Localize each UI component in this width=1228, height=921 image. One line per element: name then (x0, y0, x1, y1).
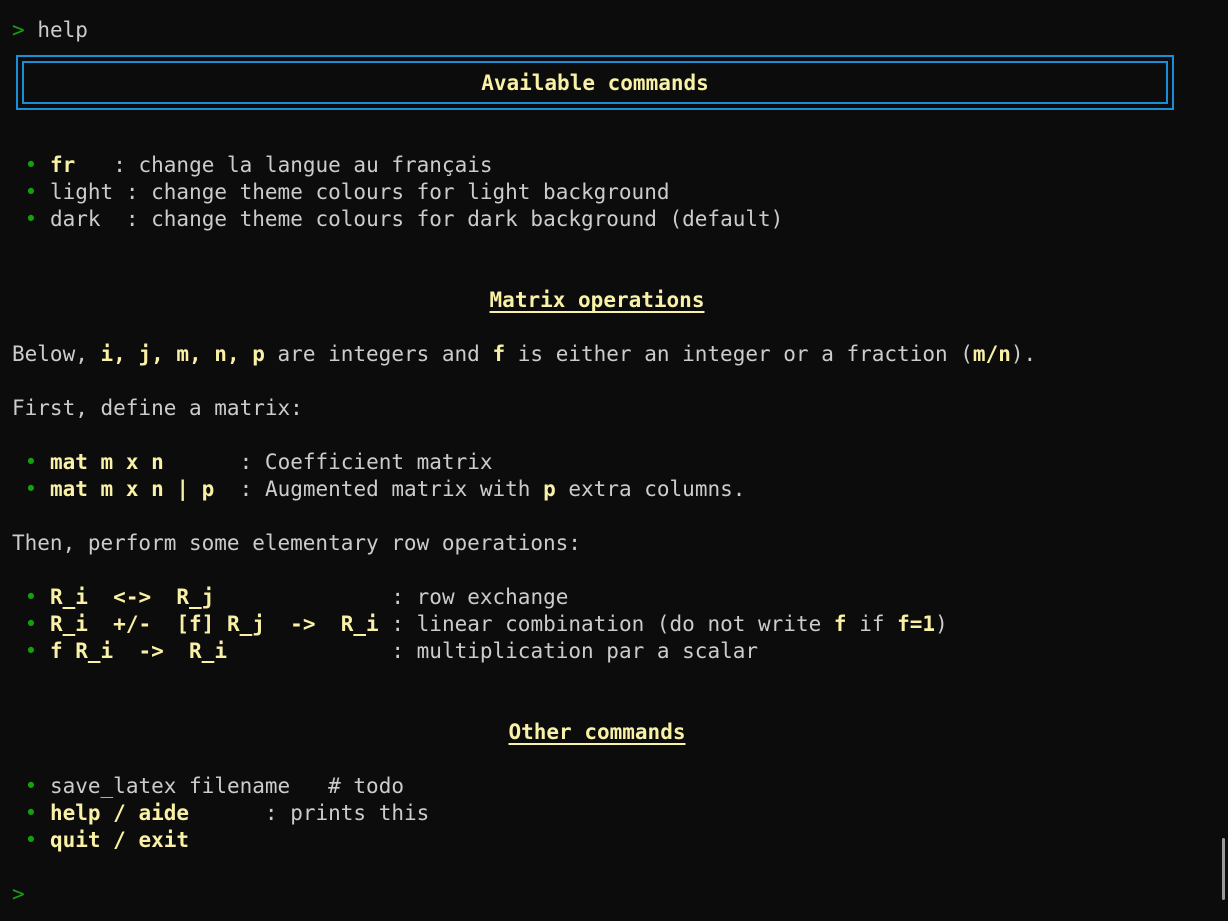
command-key: R_i +/- [f] R_j -> R_i (49, 612, 379, 636)
command-desc: prints this (290, 801, 430, 825)
header-box: Available commands (16, 55, 1174, 110)
command-desc: multiplication par a scalar (416, 639, 759, 663)
section-heading-matrix: Matrix operations (489, 288, 705, 312)
section-heading-other: Other commands (508, 720, 686, 744)
command-key: mat m x n (49, 450, 164, 474)
terminal-window[interactable]: > help Available commands • fr : change … (12, 0, 1202, 921)
command-desc: change theme colours for light backgroun… (151, 180, 670, 204)
matrix-intro: Below, i, j, m, n, p are integers and f … (12, 342, 1037, 366)
define-text: First, define a matrix: (12, 396, 303, 420)
command-desc: row exchange (416, 585, 569, 609)
command-key: quit / exit (49, 828, 190, 852)
list-item: • mat m x n | p : Augmented matrix with … (24, 477, 746, 501)
prompt-symbol: > (12, 18, 25, 42)
command-key: R_i <-> R_j (49, 585, 215, 609)
command-text: help (37, 18, 88, 42)
command-desc: change la langue au français (138, 153, 493, 177)
scrollbar-thumb[interactable] (1222, 838, 1225, 900)
command-line: > help (12, 17, 88, 44)
list-item: • quit / exit (24, 828, 190, 852)
list-item: • save_latex filename # todo (24, 774, 404, 798)
command-desc: Coefficient matrix (264, 450, 493, 474)
list-item: • mat m x n : Coefficient matrix (24, 450, 493, 474)
list-item: • light : change theme colours for light… (24, 180, 670, 204)
list-item: • fr : change la langue au français (24, 153, 493, 177)
command-key: light (49, 180, 114, 204)
list-item: • dark : change theme colours for dark b… (24, 207, 784, 231)
header-title: Available commands (481, 70, 709, 95)
prompt-symbol: > (12, 882, 25, 906)
ops-text: Then, perform some elementary row operat… (12, 531, 581, 555)
input-prompt-line[interactable]: > (12, 881, 25, 908)
list-item: • R_i <-> R_j : row exchange (24, 585, 569, 609)
command-key: help / aide (49, 801, 190, 825)
command-key: dark (49, 207, 101, 231)
list-item: • f R_i -> R_i : multiplication par a sc… (24, 639, 759, 663)
command-desc: change theme colours for dark background… (151, 207, 784, 231)
command-key: f R_i -> R_i (49, 639, 227, 663)
command-key: mat m x n | p (49, 477, 215, 501)
command-key: fr (49, 153, 76, 177)
list-item: • help / aide : prints this (24, 801, 430, 825)
list-item: • R_i +/- [f] R_j -> R_i : linear combin… (24, 612, 948, 636)
